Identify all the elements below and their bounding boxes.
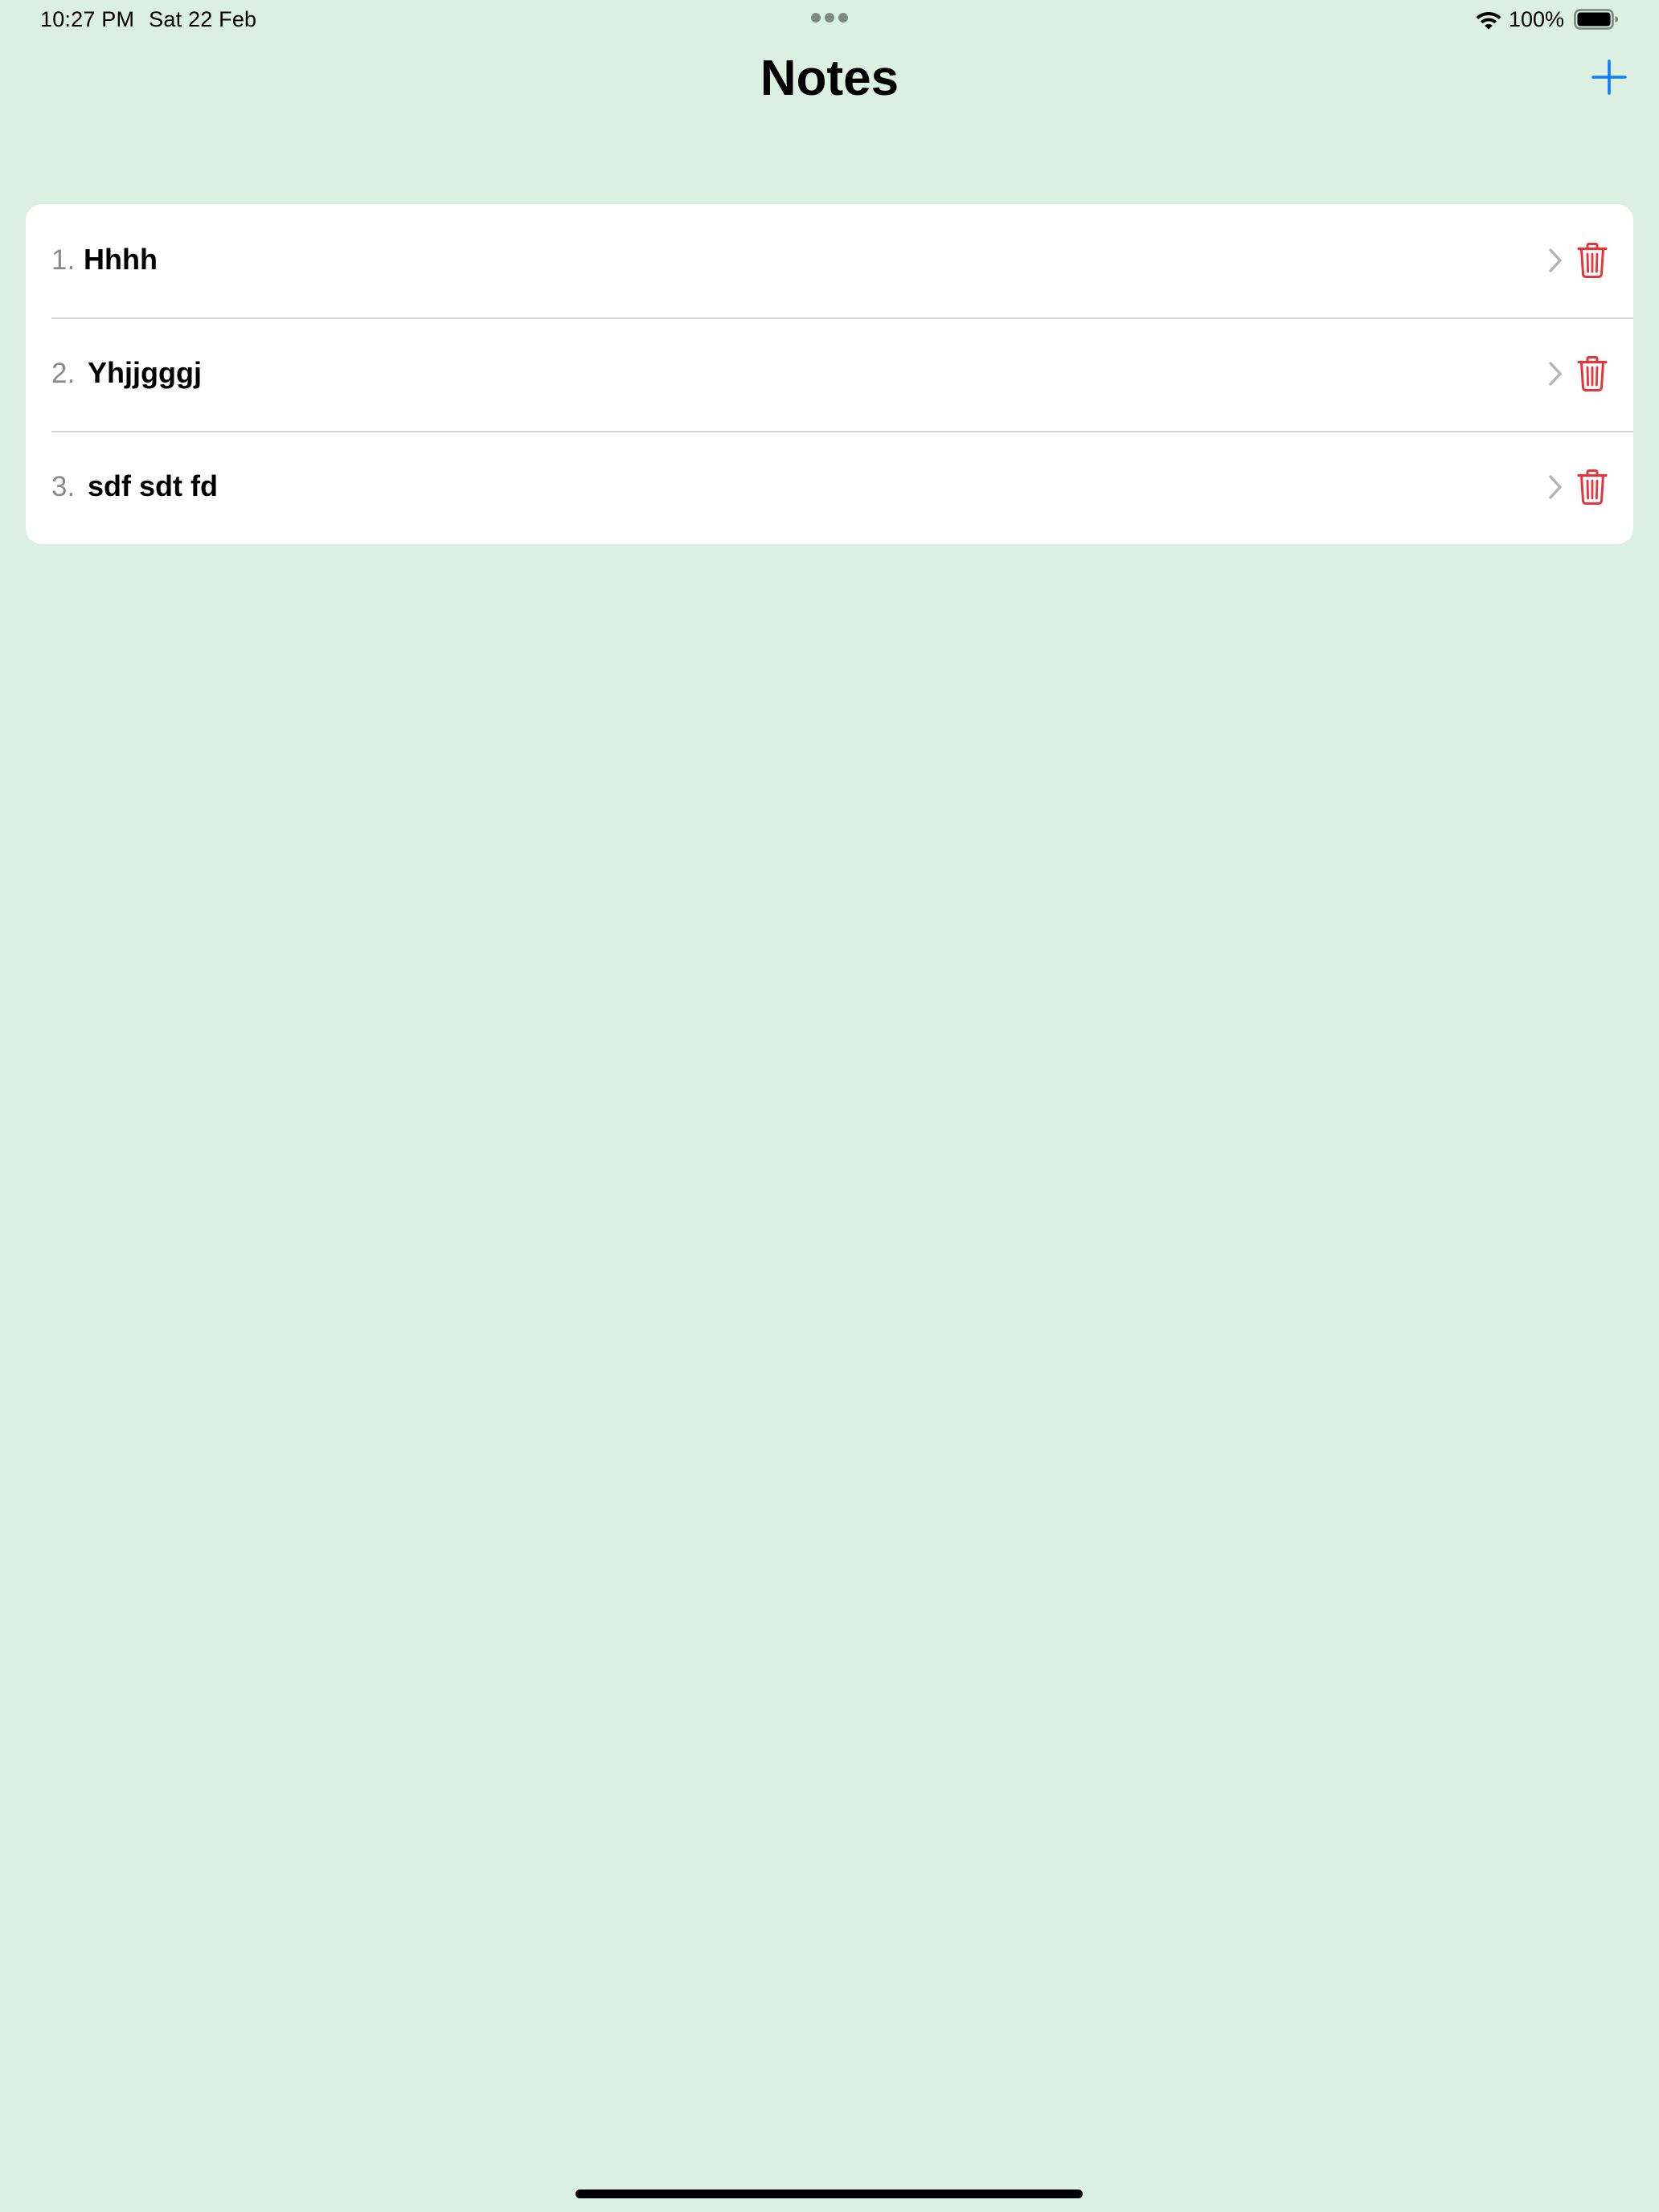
chevron-right-icon bbox=[1549, 362, 1562, 386]
more-dots-icon[interactable] bbox=[810, 12, 849, 23]
notes-list: 1. Hhhh 2. Yhjjgggj 3. sdf sdt fd bbox=[26, 204, 1633, 544]
status-time-date: 10:27 PM Sat 22 Feb bbox=[40, 5, 256, 34]
add-note-button[interactable] bbox=[1590, 58, 1628, 96]
wifi-icon bbox=[1476, 12, 1501, 30]
chevron-right-icon bbox=[1549, 248, 1562, 272]
status-indicators: 100% bbox=[1475, 5, 1619, 34]
delete-note-button[interactable] bbox=[1577, 356, 1608, 391]
note-title: Yhjjgggj bbox=[88, 356, 202, 389]
note-row[interactable]: 2. Yhjjgggj bbox=[26, 317, 1633, 431]
trash-icon bbox=[1577, 356, 1608, 391]
chevron-right-icon bbox=[1549, 475, 1562, 499]
note-row[interactable]: 1. Hhhh bbox=[26, 204, 1633, 317]
note-title: Hhhh bbox=[84, 243, 158, 276]
status-date: Sat 22 Feb bbox=[149, 7, 257, 31]
delete-note-button[interactable] bbox=[1577, 243, 1608, 278]
status-time: 10:27 PM bbox=[40, 7, 135, 31]
home-indicator[interactable] bbox=[576, 2189, 1083, 2198]
battery-icon bbox=[1574, 9, 1618, 30]
note-row[interactable]: 3. sdf sdt fd bbox=[26, 431, 1633, 544]
trash-icon bbox=[1577, 243, 1608, 278]
page-title: Notes bbox=[760, 51, 899, 106]
note-title: sdf sdt fd bbox=[88, 469, 218, 502]
note-number: 3. bbox=[51, 471, 76, 502]
delete-note-button[interactable] bbox=[1577, 469, 1608, 505]
note-number: 2. bbox=[51, 358, 76, 389]
plus-icon bbox=[1591, 59, 1627, 95]
note-number: 1. bbox=[51, 244, 76, 276]
battery-percent: 100% bbox=[1508, 7, 1564, 31]
trash-icon bbox=[1577, 469, 1608, 505]
